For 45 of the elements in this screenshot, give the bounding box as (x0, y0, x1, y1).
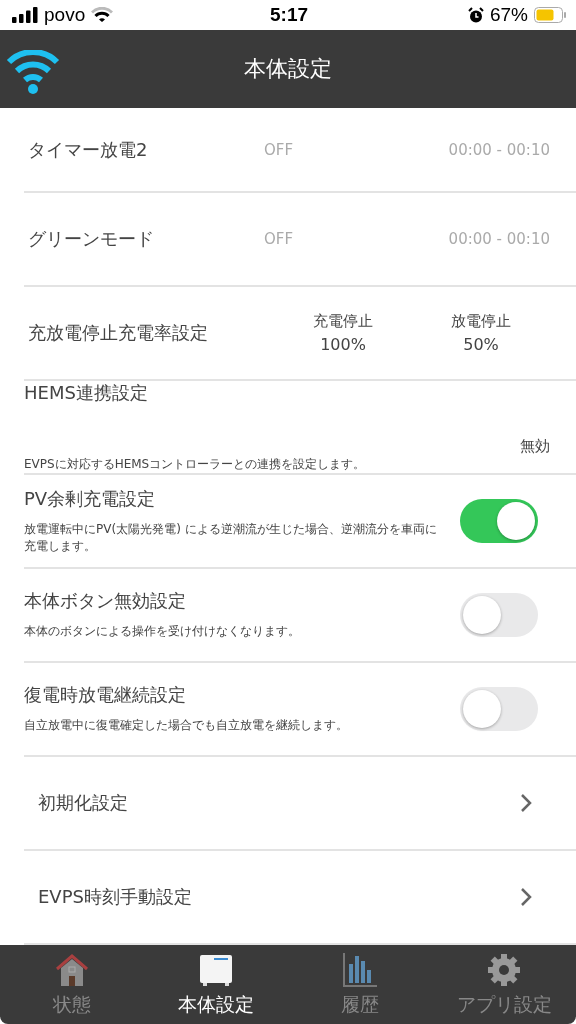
carrier-name: povo (44, 4, 86, 27)
rate-value: 100% (320, 335, 366, 355)
time-range: 00:00 - 00:10 (447, 140, 550, 159)
setting-value: 無効 (519, 436, 551, 456)
house-icon (54, 951, 90, 988)
screen-title: 本体設定 (244, 55, 332, 84)
setting-row[interactable]: タイマー放電2 OFF 00:00 - 00:10 (24, 108, 576, 194)
rate-value: 50% (463, 335, 499, 355)
setting-label: グリーンモード (27, 227, 155, 252)
rate-label: 放電停止 (451, 312, 511, 332)
setting-title: PV余剰充電設定 (24, 486, 157, 511)
battery-icon (534, 7, 566, 24)
status-text: OFF (264, 230, 295, 249)
setting-label: 充放電停止充電率設定 (27, 321, 209, 346)
battery-percent: 67% (489, 4, 528, 27)
setting-row[interactable]: グリーンモード OFF 00:00 - 00:10 (24, 193, 576, 288)
clock-time: 5:17 (270, 4, 308, 27)
setting-title: 本体ボタン無効設定 (24, 589, 187, 614)
toggle-switch[interactable] (460, 593, 538, 638)
setting-description: EVPSに対応するHEMSコントローラーとの連携を設定します。 (24, 455, 367, 473)
alarm-icon (467, 6, 484, 24)
toggle-switch[interactable] (460, 499, 538, 544)
setting-description: 本体のボタンによる操作を受け付けなくなります。 (24, 623, 301, 641)
status-text: OFF (264, 140, 295, 159)
chevron-icon (520, 887, 532, 908)
signal-icon (12, 7, 38, 24)
setting-label: タイマー放電2 (27, 137, 149, 162)
tab[interactable]: 本体設定 (144, 945, 288, 1024)
wifi-icon[interactable] (6, 50, 60, 95)
setting-description: 自立放電中に復電確定した場合でも自立放電を継続します。 (24, 717, 349, 735)
time-range: 00:00 - 00:10 (447, 230, 550, 249)
wifi-icon (91, 7, 114, 24)
gear-icon (486, 951, 522, 988)
setting-row[interactable]: HEMS連携設定 無効 EVPSに対応するHEMSコントローラーとの連携を設定します。 (24, 381, 576, 476)
setting-row[interactable]: 充放電停止充電率設定 充電停止 100% 放電停止 50% (24, 287, 576, 382)
chevron-icon (520, 793, 532, 814)
menu-label: EVPS時刻手動設定 (38, 885, 193, 910)
setting-title: 復電時放電継続設定 (24, 683, 187, 708)
menu-item[interactable]: 初期化設定 (24, 757, 576, 852)
setting-title: HEMS連携設定 (24, 381, 149, 406)
rate-label: 充電停止 (313, 312, 373, 332)
bar-chart-icon (342, 951, 378, 988)
menu-label: 初期化設定 (38, 791, 129, 816)
toggle-switch[interactable] (460, 687, 538, 732)
setting-description: 放電運転中にPV(太陽光発電) による逆潮流が生じた場合、逆潮流分を車両に充電します。 (24, 520, 438, 556)
